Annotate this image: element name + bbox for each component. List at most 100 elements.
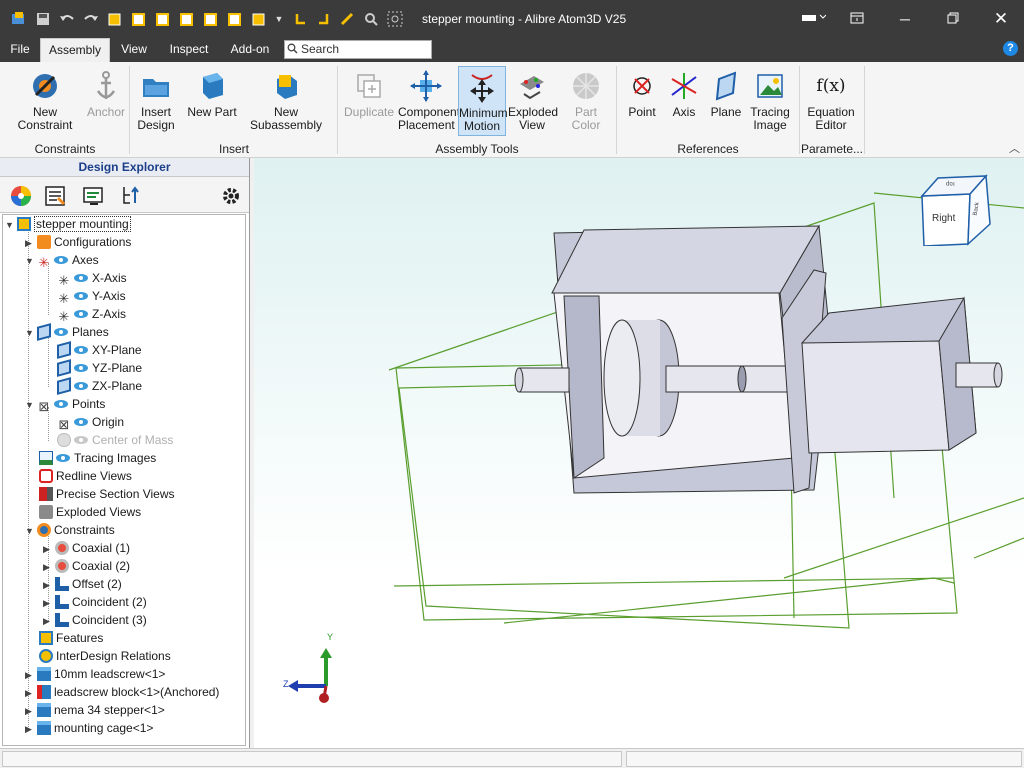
- save-icon[interactable]: [34, 10, 52, 28]
- new-subassembly-button[interactable]: New Subassembly: [240, 66, 332, 142]
- visibility-eye-icon[interactable]: [74, 418, 88, 426]
- new-part-button[interactable]: New Part: [186, 66, 238, 142]
- display-mode-icon[interactable]: [798, 8, 828, 30]
- tab-inspect[interactable]: Inspect: [166, 38, 212, 62]
- tree-item-precise-section-views[interactable]: Precise Section Views: [39, 485, 175, 503]
- customize-dropdown-icon[interactable]: ▼: [270, 10, 288, 28]
- visibility-eye-icon[interactable]: [56, 454, 70, 462]
- collapse-ribbon-icon[interactable]: ︿: [1009, 140, 1020, 156]
- visibility-eye-icon[interactable]: [74, 292, 88, 300]
- duplicate-button[interactable]: Duplicate: [342, 66, 396, 142]
- tracing-image-button[interactable]: Tracing Image: [748, 66, 792, 142]
- equation-editor-button[interactable]: f(x) Equation Editor: [804, 66, 858, 142]
- redo-icon[interactable]: [82, 10, 100, 28]
- minimize-icon[interactable]: ─: [893, 8, 917, 30]
- tree-item-coaxial-2[interactable]: ▶ Coaxial (2): [43, 557, 130, 575]
- view-bottom-icon[interactable]: [202, 10, 220, 28]
- tree-item-constraints[interactable]: ▼ Constraints: [25, 521, 115, 539]
- visibility-eye-icon[interactable]: [54, 328, 68, 336]
- settings-gear-icon[interactable]: [220, 185, 242, 210]
- minimum-motion-button[interactable]: Minimum Motion: [458, 66, 508, 136]
- move-left-icon[interactable]: [292, 10, 310, 28]
- view-top-icon[interactable]: [178, 10, 196, 28]
- color-wheel-icon[interactable]: [10, 185, 32, 210]
- ribbon-display-icon[interactable]: [845, 8, 869, 30]
- menu-bar: File Assembly View Inspect Add-on Search: [0, 38, 1024, 62]
- move-right-icon[interactable]: [314, 10, 332, 28]
- tree-item-10mm-leadscrew[interactable]: ▶ 10mm leadscrew<1>: [25, 665, 165, 683]
- tree-item-coincident-3[interactable]: ▶ Coincident (3): [43, 611, 147, 629]
- restore-icon[interactable]: [941, 8, 965, 30]
- tree-item-zx-plane[interactable]: ZX-Plane: [57, 377, 142, 395]
- view-cube[interactable]: Right Top Back: [920, 174, 992, 246]
- tree-item-configurations[interactable]: ▶ Configurations: [25, 233, 131, 251]
- tree-item-z-axis[interactable]: ✳ Z-Axis: [57, 305, 126, 324]
- group-constraints: Constraints: [34, 142, 96, 156]
- visibility-eye-icon[interactable]: [54, 256, 68, 264]
- view-cube-right-face[interactable]: Right: [932, 213, 955, 224]
- tree-item-interdesign-relations[interactable]: InterDesign Relations: [39, 647, 171, 665]
- axis-button[interactable]: Axis: [664, 66, 704, 142]
- tree-item-xy-plane[interactable]: XY-Plane: [57, 341, 142, 359]
- plane-button[interactable]: Plane: [706, 66, 746, 142]
- new-constraint-button[interactable]: New Constraint: [4, 66, 86, 142]
- tree-item-stepper-mounting[interactable]: ▼ stepper mounting: [5, 215, 131, 233]
- status-message-pane: [2, 751, 622, 767]
- tree-item-y-axis[interactable]: ✳ Y-Axis: [57, 287, 126, 306]
- view-front-icon[interactable]: [130, 10, 148, 28]
- visibility-eye-icon[interactable]: [54, 400, 68, 408]
- tree-item-planes[interactable]: ▼ Planes: [25, 323, 109, 341]
- zoom-icon[interactable]: [362, 10, 380, 28]
- zoom-window-icon[interactable]: [386, 10, 404, 28]
- view-box-icon[interactable]: [106, 10, 124, 28]
- tree-item-leadscrew-block[interactable]: ▶ leadscrew block<1>(Anchored): [25, 683, 219, 701]
- tree-item-points[interactable]: ▼ ⊠ Points: [25, 395, 105, 414]
- insert-design-button[interactable]: Insert Design: [134, 66, 178, 142]
- point-icon: [622, 66, 662, 106]
- point-button[interactable]: Point: [622, 66, 662, 142]
- measure-icon[interactable]: [338, 10, 356, 28]
- tab-add-on[interactable]: Add-on: [226, 38, 274, 62]
- component-placement-button[interactable]: Component Placement: [398, 66, 460, 142]
- tab-view[interactable]: View: [114, 38, 154, 62]
- visibility-eye-icon[interactable]: [74, 382, 88, 390]
- tree-item-center-of-mass[interactable]: Center of Mass: [57, 431, 173, 449]
- help-icon[interactable]: ?: [1003, 41, 1018, 56]
- properties-icon[interactable]: [44, 185, 66, 210]
- visibility-eye-icon[interactable]: [74, 346, 88, 354]
- visibility-eye-icon[interactable]: [74, 364, 88, 372]
- view-back-icon[interactable]: [154, 10, 172, 28]
- tree-item-mounting-cage[interactable]: ▶ mounting cage<1>: [25, 719, 153, 737]
- tree-item-tracing-images[interactable]: Tracing Images: [39, 449, 156, 467]
- tree-item-coincident-2[interactable]: ▶ Coincident (2): [43, 593, 147, 611]
- tree-item-redline-views[interactable]: Redline Views: [39, 467, 132, 485]
- search-input[interactable]: Search: [284, 40, 432, 59]
- tree-item-coaxial-1[interactable]: ▶ Coaxial (1): [43, 539, 130, 557]
- tree-item-yz-plane[interactable]: YZ-Plane: [57, 359, 142, 377]
- view-cube-top-face[interactable]: Top: [946, 180, 956, 186]
- tree-item-exploded-views[interactable]: Exploded Views: [39, 503, 141, 521]
- part-color-button[interactable]: Part Color: [560, 66, 612, 142]
- tab-assembly[interactable]: Assembly: [40, 38, 110, 62]
- explorer-title: Design Explorer: [0, 158, 249, 177]
- tree-item-axes[interactable]: ▼ ✳ Axes: [25, 251, 99, 270]
- tree-sort-icon[interactable]: [120, 185, 142, 210]
- visibility-eye-icon[interactable]: [74, 436, 88, 444]
- points-icon: ⊠: [38, 399, 50, 414]
- tree-item-features[interactable]: Features: [39, 629, 103, 647]
- visibility-eye-icon[interactable]: [74, 310, 88, 318]
- tree-item-origin[interactable]: ⊠ Origin: [57, 413, 124, 432]
- tree-item-x-axis[interactable]: ✳ X-Axis: [57, 269, 127, 288]
- undo-icon[interactable]: [58, 10, 76, 28]
- visibility-eye-icon[interactable]: [74, 274, 88, 282]
- close-icon[interactable]: ✕: [989, 8, 1013, 30]
- 3d-viewport[interactable]: Y Z Right Top Back: [254, 158, 1024, 748]
- view-iso-icon[interactable]: [250, 10, 268, 28]
- tab-file[interactable]: File: [4, 38, 36, 62]
- exploded-view-button[interactable]: Exploded View: [508, 66, 558, 142]
- view-left-icon[interactable]: [226, 10, 244, 28]
- tree-item-nema-34-stepper[interactable]: ▶ nema 34 stepper<1>: [25, 701, 165, 719]
- anchor-button[interactable]: Anchor: [86, 66, 126, 142]
- display-options-icon[interactable]: [82, 185, 104, 210]
- tree-item-offset-2[interactable]: ▶ Offset (2): [43, 575, 122, 593]
